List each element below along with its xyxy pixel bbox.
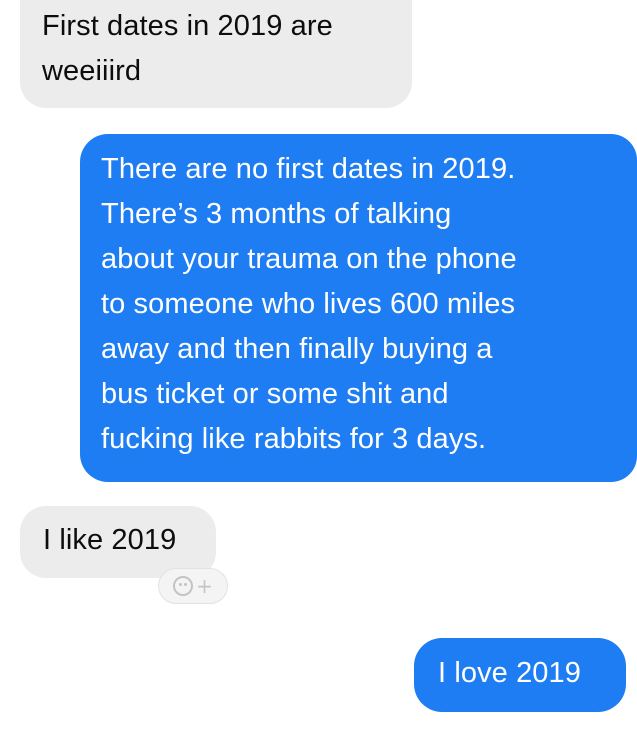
smiley-add-icon xyxy=(173,576,194,596)
plus-icon: + xyxy=(196,574,213,598)
message-thread: First dates in 2019 are weeiiird There a… xyxy=(0,0,637,740)
sent-message-bubble[interactable]: I love 2019 xyxy=(414,638,626,712)
add-reaction-button[interactable]: + xyxy=(158,568,228,604)
received-message-bubble[interactable]: First dates in 2019 are weeiiird xyxy=(20,0,412,108)
sent-message-bubble[interactable]: There are no first dates in 2019. There’… xyxy=(80,134,637,482)
